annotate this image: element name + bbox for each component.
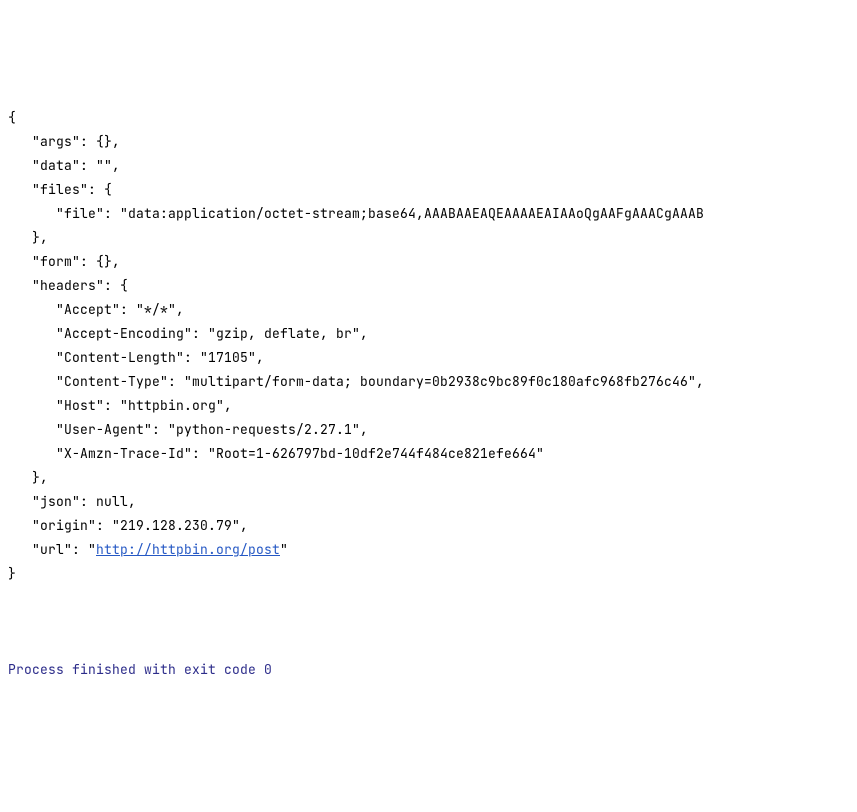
json-line-trace-id: "X-Amzn-Trace-Id": "Root=1-626797bd-10df… <box>8 445 544 462</box>
json-line-origin: "origin": "219.128.230.79", <box>8 517 248 534</box>
json-line-json: "json": null, <box>8 493 136 510</box>
json-line-files-open: "files": { <box>8 181 112 198</box>
json-line-file: "file": "data:application/octet-stream;b… <box>8 205 704 222</box>
process-exit-line: Process finished with exit code 0 <box>8 634 849 682</box>
json-line-files-close: }, <box>8 229 48 246</box>
json-line-accept: "Accept": "*/*", <box>8 301 184 318</box>
json-line-args: "args": {}, <box>8 133 120 150</box>
brace-close: } <box>8 565 16 582</box>
brace-open: { <box>8 109 16 126</box>
json-line-form: "form": {}, <box>8 253 120 270</box>
json-line-content-length: "Content-Length": "17105", <box>8 349 264 366</box>
json-line-content-type: "Content-Type": "multipart/form-data; bo… <box>8 373 704 390</box>
json-line-url-prefix: "url": " <box>8 541 96 558</box>
console-output: { "args": {}, "data": "", "files": { "fi… <box>8 106 849 586</box>
json-line-headers-open: "headers": { <box>8 277 128 294</box>
json-line-headers-close: }, <box>8 469 48 486</box>
json-line-host: "Host": "httpbin.org", <box>8 397 232 414</box>
json-line-user-agent: "User-Agent": "python-requests/2.27.1", <box>8 421 368 438</box>
json-line-data: "data": "", <box>8 157 120 174</box>
process-exit-text: Process finished with exit code 0 <box>8 661 272 678</box>
json-line-accept-encoding: "Accept-Encoding": "gzip, deflate, br", <box>8 325 368 342</box>
url-link[interactable]: http://httpbin.org/post <box>96 541 280 558</box>
json-line-url-suffix: " <box>280 541 288 558</box>
